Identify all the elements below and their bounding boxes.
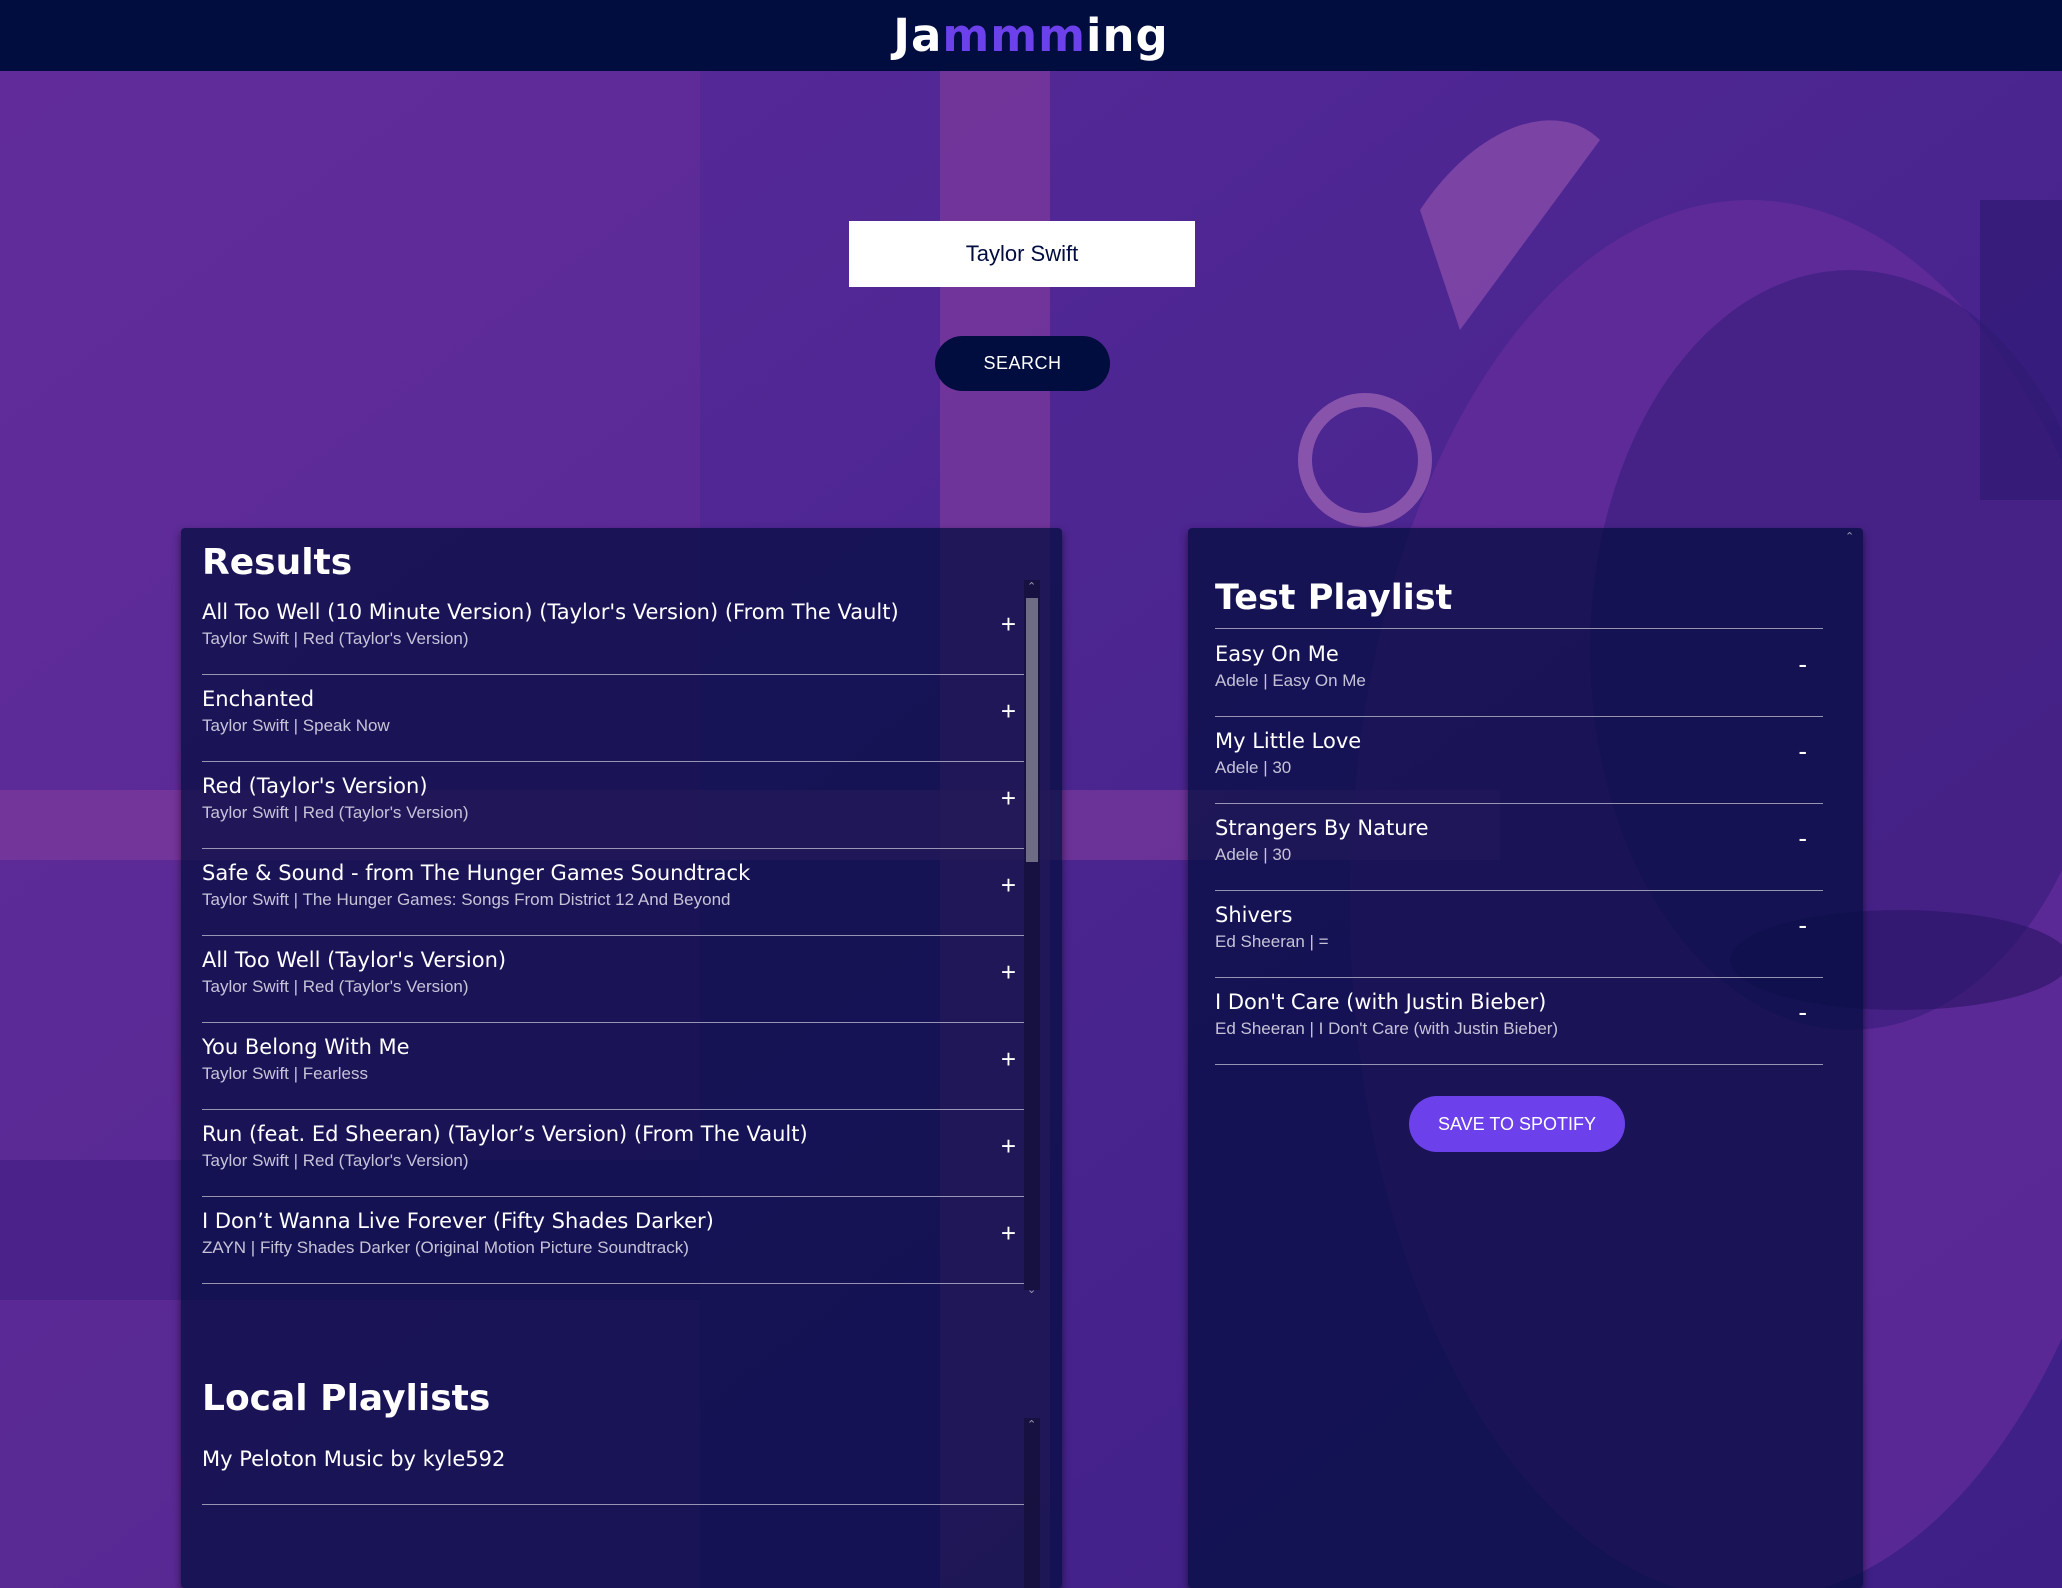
result-track: Red (Taylor's Version) Taylor Swift | Re… xyxy=(202,762,1024,849)
add-track-button[interactable]: + xyxy=(1001,1043,1016,1075)
track-meta: Taylor Swift | Red (Taylor's Version) xyxy=(202,1151,469,1170)
app-logo: Jammming xyxy=(893,9,1168,62)
search-input[interactable] xyxy=(849,221,1195,287)
result-track: Safe & Sound - from The Hunger Games Sou… xyxy=(202,849,1024,936)
local-playlist-item[interactable]: My Peloton Music by kyle592 xyxy=(202,1432,1024,1505)
add-track-button[interactable]: + xyxy=(1001,1130,1016,1162)
search-button[interactable]: SEARCH xyxy=(935,336,1110,391)
track-name: My Little Love xyxy=(1215,729,1362,753)
result-track: All Too Well (10 Minute Version) (Taylor… xyxy=(202,588,1024,675)
result-track: I Don’t Wanna Live Forever (Fifty Shades… xyxy=(202,1197,1024,1284)
track-name: Red (Taylor's Version) xyxy=(202,774,428,798)
track-name: Safe & Sound - from The Hunger Games Sou… xyxy=(202,861,751,885)
results-scrollbar-thumb[interactable] xyxy=(1026,598,1038,862)
remove-track-button[interactable]: - xyxy=(1798,648,1807,680)
track-name: Enchanted xyxy=(202,687,315,711)
track-name: I Don’t Wanna Live Forever (Fifty Shades… xyxy=(202,1209,714,1233)
track-meta: Taylor Swift | The Hunger Games: Songs F… xyxy=(202,890,731,909)
add-track-button[interactable]: + xyxy=(1001,956,1016,988)
local-playlists-list: My Peloton Music by kyle592 xyxy=(202,1432,1024,1505)
playlist-track: Strangers By Nature Adele | 30 - xyxy=(1215,804,1823,891)
add-track-button[interactable]: + xyxy=(1001,1217,1016,1249)
track-name: Shivers xyxy=(1215,903,1293,927)
add-track-button[interactable]: + xyxy=(1001,608,1016,640)
results-list: All Too Well (10 Minute Version) (Taylor… xyxy=(202,588,1024,1284)
track-meta: Ed Sheeran | = xyxy=(1215,932,1329,951)
track-meta: ZAYN | Fifty Shades Darker (Original Mot… xyxy=(202,1238,689,1257)
playlist-track: Easy On Me Adele | Easy On Me - xyxy=(1215,630,1823,717)
track-meta: Taylor Swift | Red (Taylor's Version) xyxy=(202,977,469,996)
playlist-track: My Little Love Adele | 30 - xyxy=(1215,717,1823,804)
local-playlists-scrollbar[interactable] xyxy=(1024,1418,1040,1588)
add-track-button[interactable]: + xyxy=(1001,869,1016,901)
track-meta: Taylor Swift | Speak Now xyxy=(202,716,390,735)
logo-prefix: Ja xyxy=(893,9,943,62)
remove-track-button[interactable]: - xyxy=(1798,996,1807,1028)
track-name: I Don't Care (with Justin Bieber) xyxy=(1215,990,1547,1014)
scroll-up-icon[interactable]: ⌃ xyxy=(1027,580,1036,593)
scroll-down-icon[interactable]: ⌄ xyxy=(1027,1283,1036,1296)
add-track-button[interactable]: + xyxy=(1001,695,1016,727)
logo-accent: mmm xyxy=(942,9,1087,62)
track-meta: Taylor Swift | Red (Taylor's Version) xyxy=(202,629,469,648)
results-panel: Results All Too Well (10 Minute Version)… xyxy=(181,528,1062,1588)
result-track: You Belong With Me Taylor Swift | Fearle… xyxy=(202,1023,1024,1110)
track-meta: Adele | 30 xyxy=(1215,845,1292,864)
remove-track-button[interactable]: - xyxy=(1798,735,1807,767)
local-playlists-title: Local Playlists xyxy=(202,1378,491,1419)
result-track: Enchanted Taylor Swift | Speak Now + xyxy=(202,675,1024,762)
top-bar: Jammming xyxy=(0,0,2062,71)
track-meta: Ed Sheeran | I Don't Care (with Justin B… xyxy=(1215,1019,1559,1038)
playlist-name-input[interactable]: Test Playlist xyxy=(1215,578,1823,629)
playlist-panel: ⌃ Test Playlist Easy On Me Adele | Easy … xyxy=(1188,528,1863,1588)
track-meta: Adele | 30 xyxy=(1215,758,1292,777)
track-meta: Taylor Swift | Red (Taylor's Version) xyxy=(202,803,469,822)
track-name: Run (feat. Ed Sheeran) (Taylor’s Version… xyxy=(202,1122,808,1146)
save-to-spotify-button[interactable]: SAVE TO SPOTIFY xyxy=(1409,1096,1625,1152)
playlist-track: I Don't Care (with Justin Bieber) Ed She… xyxy=(1215,978,1823,1065)
scroll-up-icon[interactable]: ⌃ xyxy=(1845,530,1854,543)
add-track-button[interactable]: + xyxy=(1001,782,1016,814)
track-name: All Too Well (Taylor's Version) xyxy=(202,948,507,972)
track-name: You Belong With Me xyxy=(202,1035,410,1059)
playlist-track-list: Easy On Me Adele | Easy On Me - My Littl… xyxy=(1215,630,1823,1065)
logo-suffix: ing xyxy=(1086,9,1169,62)
track-name: Strangers By Nature xyxy=(1215,816,1429,840)
result-track: All Too Well (Taylor's Version) Taylor S… xyxy=(202,936,1024,1023)
scroll-up-icon[interactable]: ⌃ xyxy=(1027,1418,1036,1431)
track-meta: Adele | Easy On Me xyxy=(1215,671,1366,690)
results-scrollbar[interactable] xyxy=(1024,580,1040,1290)
results-title: Results xyxy=(202,542,353,583)
track-name: Easy On Me xyxy=(1215,642,1339,666)
local-playlist-name: My Peloton Music by kyle592 xyxy=(202,1447,506,1471)
remove-track-button[interactable]: - xyxy=(1798,822,1807,854)
remove-track-button[interactable]: - xyxy=(1798,909,1807,941)
track-name: All Too Well (10 Minute Version) (Taylor… xyxy=(202,600,899,624)
playlist-track: Shivers Ed Sheeran | = - xyxy=(1215,891,1823,978)
result-track: Run (feat. Ed Sheeran) (Taylor’s Version… xyxy=(202,1110,1024,1197)
track-meta: Taylor Swift | Fearless xyxy=(202,1064,368,1083)
